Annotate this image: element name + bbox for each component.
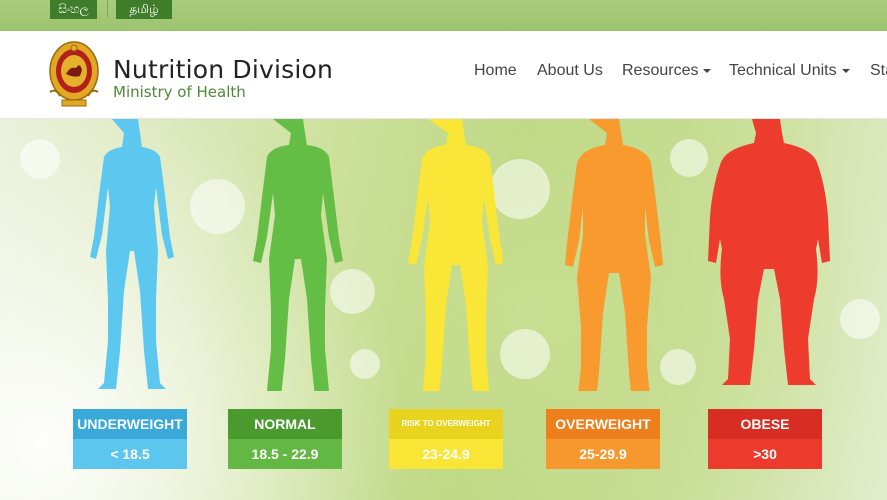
nav-sta-label: Sta [870,62,887,79]
underweight-range: < 18.5 [73,439,187,469]
language-bar: සිංහල தமிழ் [0,0,887,31]
risk-to-overweight-range: 23-24.9 [389,439,503,469]
underweight-label-box: UNDERWEIGHT < 18.5 [73,409,187,469]
underweight-body-figure [90,119,174,389]
obese-category: OBESE [708,409,822,439]
obese-range: >30 [708,439,822,469]
normal-label-box: NORMAL 18.5 - 22.9 [228,409,342,469]
risk-to-overweight-body-figure [408,119,503,391]
language-separator [107,0,108,17]
bmi-hero-banner: UNDERWEIGHT < 18.5 NORMAL 18.5 - 22.9 RI… [0,119,887,500]
normal-category: NORMAL [228,409,342,439]
site-header: Nutrition Division Ministry of Health Ho… [0,31,887,119]
nav-resources-label: Resources [622,62,699,79]
overweight-body-figure [565,119,663,391]
bokeh-decoration [840,299,880,339]
nav-home-label: Home [474,62,517,79]
nav-about-us-label: About Us [537,62,603,79]
nav-technical-units-label: Technical Units [729,62,837,79]
risk-to-overweight-category: RISK TO OVERWEIGHT [389,409,503,439]
underweight-body-shape [90,119,174,389]
chevron-down-icon [703,68,712,73]
normal-body-shape [253,119,343,391]
risk-to-overweight-label-box: RISK TO OVERWEIGHT 23-24.9 [389,409,503,469]
nav-home[interactable]: Home [474,62,517,84]
site-title[interactable]: Nutrition Division [113,55,333,84]
chevron-down-icon [841,68,850,73]
overweight-label-box: OVERWEIGHT 25-29.9 [546,409,660,469]
nav-technical-units[interactable]: Technical Units [729,62,850,84]
sinhala-language-button[interactable]: සිංහල [50,0,97,19]
obese-body-figure [708,119,830,385]
underweight-category: UNDERWEIGHT [73,409,187,439]
nav-about-us[interactable]: About Us [537,62,603,84]
bokeh-decoration [500,329,550,379]
normal-body-figure [253,119,343,391]
bokeh-decoration [350,349,380,379]
bokeh-decoration [660,349,696,385]
overweight-range: 25-29.9 [546,439,660,469]
overweight-category: OVERWEIGHT [546,409,660,439]
site-subtitle: Ministry of Health [113,83,246,101]
tamil-language-button[interactable]: தமிழ் [116,0,172,19]
normal-range: 18.5 - 22.9 [228,439,342,469]
overweight-body-shape [565,119,663,391]
sri-lanka-emblem-logo[interactable] [48,40,100,110]
bokeh-decoration [20,139,60,179]
obese-label-box: OBESE >30 [708,409,822,469]
nav-resources[interactable]: Resources [622,62,712,84]
risk-to-overweight-body-shape [408,119,503,391]
nav-sta[interactable]: Sta [870,62,887,84]
obese-body-shape [708,119,830,385]
